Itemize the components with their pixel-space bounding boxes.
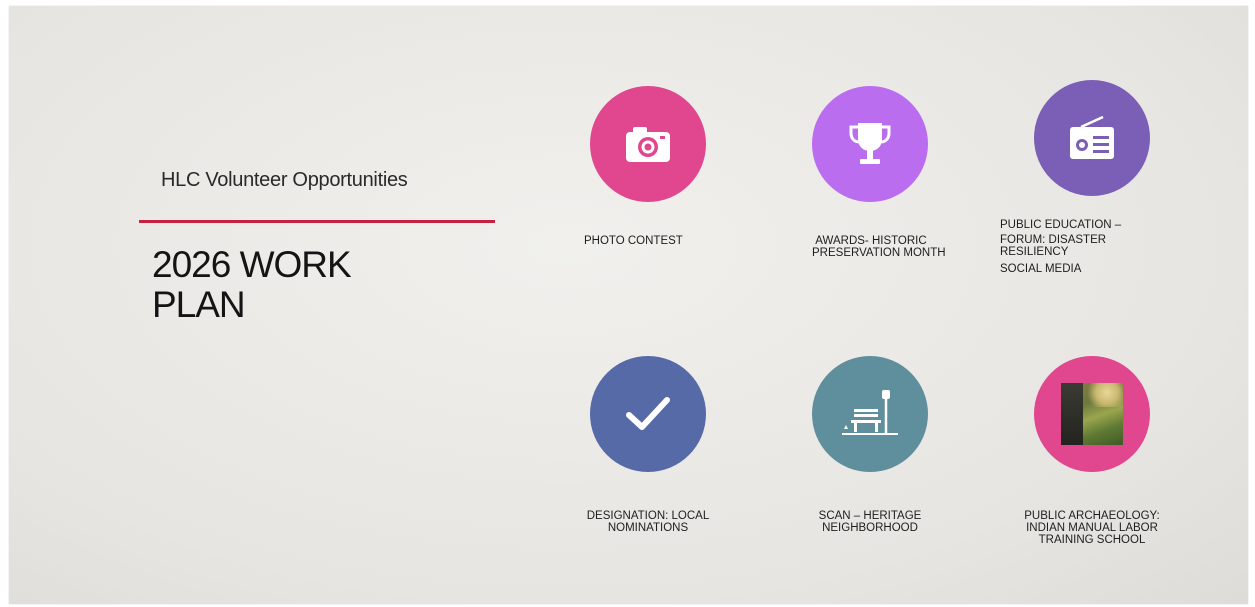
photo-contest-label: PHOTO CONTEST xyxy=(584,235,683,247)
designation-circle xyxy=(590,356,706,472)
camera-icon xyxy=(626,127,670,162)
designation-label: DESIGNATION: LOCAL NOMINATIONS xyxy=(586,510,710,534)
public-education-label: PUBLIC EDUCATION – FORUM: DISASTER RESIL… xyxy=(1000,219,1122,275)
scan-heritage-label: SCAN – HERITAGE NEIGHBORHOOD xyxy=(818,510,922,534)
slide-title: 2026 WORK PLAN xyxy=(152,244,352,325)
checkmark-icon xyxy=(626,397,670,430)
trophy-icon xyxy=(849,123,891,164)
awards-circle xyxy=(812,86,928,202)
scan-heritage-circle xyxy=(812,356,928,472)
title-line-2: PLAN xyxy=(152,284,246,325)
radio-icon xyxy=(1070,115,1114,159)
photo-contest-circle xyxy=(590,86,706,202)
archaeology-photo xyxy=(1061,383,1123,445)
public-archaeology-circle xyxy=(1034,356,1150,472)
awards-label: AWARDS- HISTORIC PRESERVATION MONTH xyxy=(812,235,946,259)
public-education-circle xyxy=(1034,80,1150,196)
public-archaeology-label: PUBLIC ARCHAEOLOGY: INDIAN MANUAL LABOR … xyxy=(1024,510,1160,546)
park-bench-icon xyxy=(842,390,898,435)
slide-subtitle: HLC Volunteer Opportunities xyxy=(161,169,408,191)
title-divider xyxy=(139,220,495,223)
title-line-1: 2026 WORK xyxy=(152,244,352,285)
